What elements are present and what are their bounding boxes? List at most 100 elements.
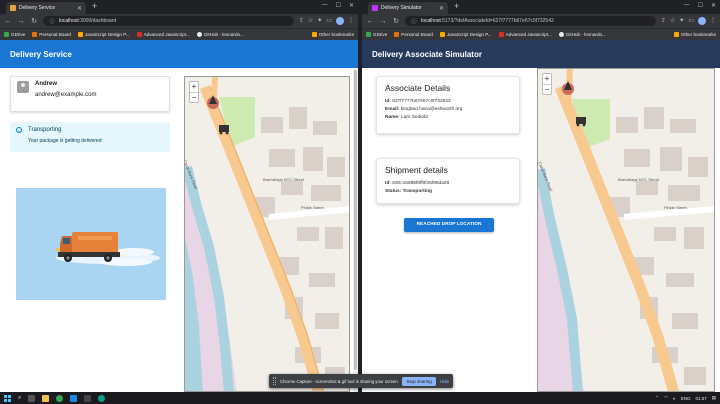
menu-icon[interactable]: ⋮ [348, 17, 354, 25]
simulator-dashboard: Associate Details Id: 627f7777b67e67c0f7… [362, 68, 720, 392]
delivery-map[interactable]: + − Pinkle Street Branvillage NTC Street… [184, 76, 350, 392]
simulator-panel: Associate Details Id: 627f7777b67e67c0f7… [362, 68, 537, 392]
puzzle-icon[interactable]: ✦ [317, 17, 322, 25]
zoom-out-button[interactable]: − [190, 92, 198, 102]
bookmarks-bar: GDrive Personal Board JavaScript Design … [362, 28, 720, 40]
notification-icon[interactable]: ▤ [712, 395, 716, 401]
back-icon[interactable]: ← [4, 18, 12, 25]
folder-icon [673, 32, 679, 37]
close-window-icon[interactable]: ✕ [349, 2, 354, 9]
browser-toolbar: ← → ↻ ⓘ localhost:5173/?delAssociateId=6… [362, 14, 720, 28]
gdrive-icon [4, 32, 9, 37]
window-controls: — ☐ ✕ [322, 2, 354, 9]
maximize-icon[interactable]: ☐ [698, 2, 703, 9]
zoom-in-button[interactable]: + [190, 82, 198, 92]
tab-delivery-simulator[interactable]: Delivery Simulator ✕ [368, 2, 448, 14]
share-message: Chrome Capture - screenshot & gif tool i… [280, 378, 399, 384]
clock[interactable]: 01:57 [695, 396, 706, 401]
map-area-label: Branvillage NTC Street [263, 177, 304, 182]
bookmark-js-design[interactable]: JavaScript Design P... [77, 32, 130, 37]
reached-drop-location-button[interactable]: REACHED DROP LOCATION [404, 218, 494, 232]
share-icon[interactable]: ⇪ [661, 17, 666, 25]
vite-favicon-icon [372, 5, 378, 11]
file-explorer-icon[interactable] [42, 394, 50, 402]
bookmark-github[interactable]: GitHub - leonardo... [558, 32, 606, 37]
task-view-icon[interactable] [28, 394, 36, 402]
bookmark-personal-board[interactable]: Personal Board [32, 32, 71, 37]
avatar[interactable] [698, 17, 706, 25]
address-bar[interactable]: ⓘ localhost:3000/dashboard [43, 16, 294, 26]
drag-handle-icon[interactable] [273, 377, 276, 385]
url-text: localhost:3000/dashboard [59, 18, 117, 24]
status-title: Transporting [28, 127, 62, 133]
bookmark-github[interactable]: GitHub - leonardo... [196, 32, 244, 37]
terminal-icon[interactable] [84, 394, 92, 402]
right-browser-window: Delivery Simulator ✕ + — ☐ ✕ ← → ↻ ⓘ loc… [362, 0, 720, 392]
delivery-truck-illustration [16, 188, 166, 300]
volume-icon[interactable]: 🔈︎ [673, 396, 676, 401]
new-tab-button[interactable]: + [92, 1, 97, 11]
minimize-icon[interactable]: — [684, 2, 690, 9]
puzzle-icon[interactable]: ✦ [679, 17, 684, 25]
address-bar[interactable]: ⓘ localhost:5173/?delAssociateId=627f777… [405, 16, 656, 26]
window-icon[interactable]: ▭ [326, 17, 332, 25]
scrollbar-thumb[interactable] [354, 70, 357, 370]
associate-id: Id: 627f7777b67e67c0f732542 [385, 99, 451, 104]
other-bookmarks[interactable]: Other bookmarks [673, 32, 716, 37]
close-icon[interactable]: ✕ [439, 5, 444, 12]
app-header: Delivery Associate Simulator [362, 40, 720, 68]
shipment-id: Id: 630c15695f8ff9f45f99da29 [385, 181, 450, 186]
info-icon[interactable]: ⓘ [48, 18, 56, 25]
share-icon[interactable]: ⇪ [299, 17, 304, 25]
star-icon[interactable]: ☆ [670, 17, 675, 25]
windows-start-icon[interactable] [4, 394, 11, 402]
search-icon[interactable]: ⌕ [18, 395, 21, 402]
bookmark-gdrive[interactable]: GDrive [4, 32, 25, 37]
map-zoom-control: + − [542, 73, 552, 95]
zoom-out-button[interactable]: − [543, 84, 551, 94]
bookmark-gdrive[interactable]: GDrive [366, 32, 387, 37]
simulator-map[interactable]: + − Pinkle Street Branvillage NTC Street… [537, 68, 715, 392]
minimize-icon[interactable]: — [322, 2, 328, 9]
wifi-icon[interactable]: ◠ [664, 395, 668, 401]
close-icon[interactable]: ✕ [77, 5, 82, 12]
screen-share-notification: Chrome Capture - screenshot & gif tool i… [269, 374, 453, 388]
tab-delivery-service[interactable]: Delivery Service ✕ [6, 2, 86, 14]
window-icon[interactable]: ▭ [688, 17, 694, 25]
shipment-title: Shipment details [385, 165, 448, 175]
stop-sharing-button[interactable]: Stop sharing [402, 376, 436, 386]
maximize-icon[interactable]: ☐ [336, 2, 341, 9]
bookmark-advanced-js[interactable]: Advanced Javascript... [498, 32, 552, 37]
avatar[interactable] [336, 17, 344, 25]
star-icon[interactable]: ☆ [308, 17, 313, 25]
zoom-in-button[interactable]: + [543, 74, 551, 84]
associate-email: Email: bingbed.haira@eshworth.org [385, 107, 463, 112]
js-icon [439, 32, 445, 37]
youtube-icon [498, 32, 504, 37]
other-bookmarks[interactable]: Other bookmarks [311, 32, 354, 37]
bookmark-personal-board[interactable]: Personal Board [394, 32, 433, 37]
page-scrollbar[interactable] [353, 68, 358, 392]
bookmark-js-design[interactable]: JavaScript Design P... [439, 32, 492, 37]
user-email: andrew@example.com [35, 92, 97, 98]
chrome-icon[interactable] [56, 394, 64, 402]
new-tab-button[interactable]: + [454, 1, 459, 11]
edge-icon[interactable] [98, 394, 106, 402]
hide-button[interactable]: Hide [440, 379, 449, 384]
reload-icon[interactable]: ↻ [30, 17, 38, 25]
reload-icon[interactable]: ↻ [392, 17, 400, 25]
chevron-up-icon[interactable]: ⌃ [655, 395, 659, 401]
extensions: ⇪ ☆ ✦ ▭ ⋮ [299, 17, 354, 25]
close-window-icon[interactable]: ✕ [711, 2, 716, 9]
vscode-icon[interactable] [70, 394, 78, 402]
menu-icon[interactable]: ⋮ [710, 17, 716, 25]
window-controls: — ☐ ✕ [684, 2, 716, 9]
language-indicator[interactable]: ENG [681, 396, 691, 401]
browser-toolbar: ← → ↻ ⓘ localhost:3000/dashboard ⇪ ☆ ✦ ▭… [0, 14, 358, 28]
bookmark-advanced-js[interactable]: Advanced Javascript... [136, 32, 190, 37]
forward-icon[interactable]: → [379, 18, 387, 25]
info-icon[interactable]: ⓘ [410, 18, 418, 25]
forward-icon[interactable]: → [17, 18, 25, 25]
back-icon[interactable]: ← [366, 18, 374, 25]
tab-title: Delivery Service [19, 5, 56, 11]
